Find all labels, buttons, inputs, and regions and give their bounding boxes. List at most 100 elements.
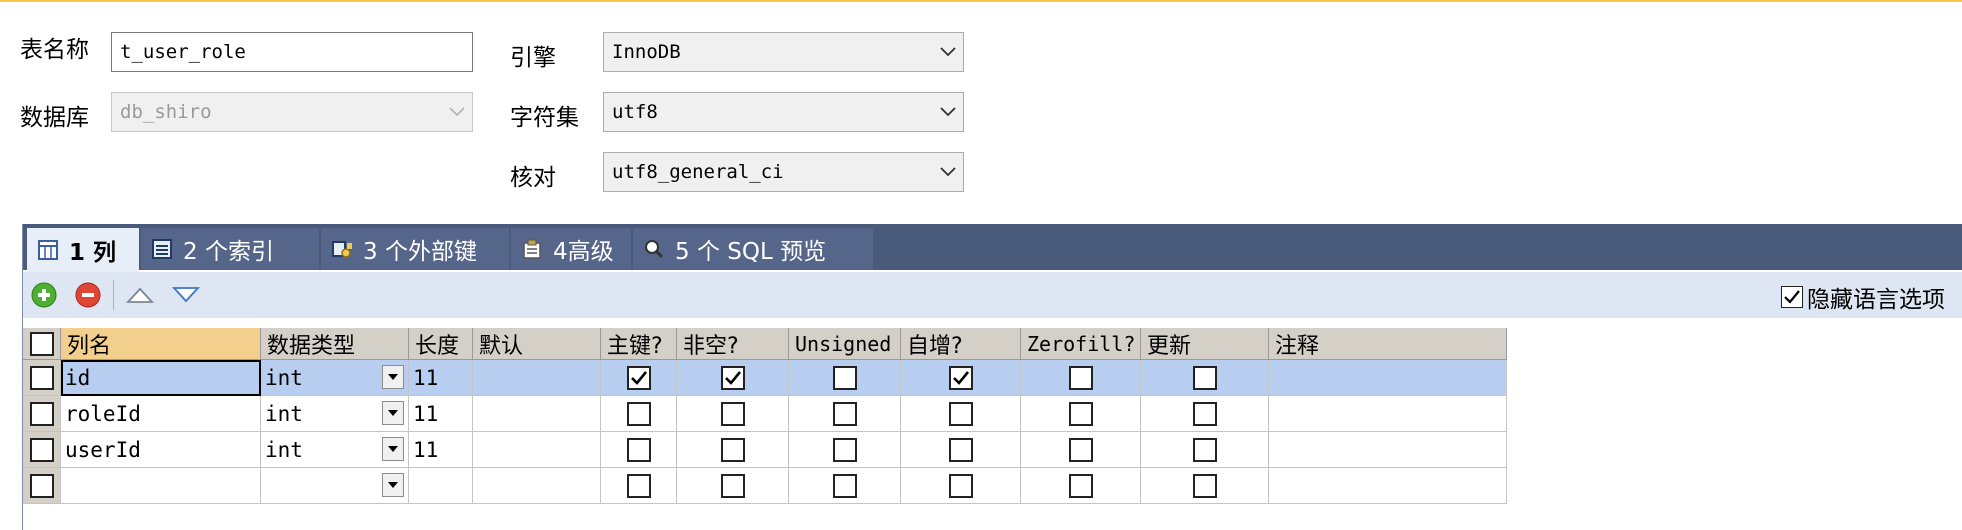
cell-update[interactable] — [1141, 468, 1269, 504]
cell-default[interactable] — [473, 468, 601, 504]
row-select-checkbox[interactable] — [29, 437, 54, 462]
cell-auto-inc[interactable] — [901, 396, 1021, 432]
cell-zerofill[interactable] — [1021, 468, 1141, 504]
auto-inc-checkbox[interactable] — [948, 437, 973, 462]
cell-comment[interactable] — [1269, 360, 1507, 396]
cell-data-type[interactable] — [261, 468, 409, 504]
header-update[interactable]: 更新 — [1141, 328, 1269, 360]
cell-comment[interactable] — [1269, 432, 1507, 468]
pk-checkbox[interactable] — [626, 437, 651, 462]
cell-zerofill[interactable] — [1021, 360, 1141, 396]
cell-auto-inc[interactable] — [901, 432, 1021, 468]
cell-not-null[interactable] — [677, 432, 789, 468]
move-up-icon[interactable] — [125, 282, 155, 308]
header-unsigned[interactable]: Unsigned — [789, 328, 901, 360]
not-null-checkbox[interactable] — [720, 401, 745, 426]
header-primary-key[interactable]: 主键? — [601, 328, 677, 360]
header-zerofill[interactable]: Zerofill? — [1021, 328, 1141, 360]
cell-zerofill[interactable] — [1021, 396, 1141, 432]
cell-data-type[interactable]: int — [261, 432, 409, 468]
row-select-checkbox[interactable] — [29, 401, 54, 426]
not-null-checkbox[interactable] — [720, 473, 745, 498]
header-data-type[interactable]: 数据类型 — [261, 328, 409, 360]
tab-advanced[interactable]: 4高级 — [511, 228, 631, 270]
pk-checkbox[interactable] — [626, 365, 651, 390]
cell-comment[interactable] — [1269, 396, 1507, 432]
cell-comment[interactable] — [1269, 468, 1507, 504]
cell-length[interactable]: 11 — [409, 432, 473, 468]
cell-column-name[interactable] — [61, 468, 261, 504]
row-select-checkbox[interactable] — [29, 365, 54, 390]
pk-checkbox[interactable] — [626, 473, 651, 498]
cell-auto-inc[interactable] — [901, 360, 1021, 396]
cell-auto-inc[interactable] — [901, 468, 1021, 504]
collation-select[interactable]: utf8_general_ci — [603, 152, 964, 192]
header-length[interactable]: 长度 — [409, 328, 473, 360]
tab-foreign-keys[interactable]: 3 个外部键 — [321, 228, 509, 270]
row-select[interactable] — [23, 360, 61, 396]
cell-length[interactable]: 11 — [409, 360, 473, 396]
row-select-checkbox[interactable] — [29, 473, 54, 498]
cell-pk[interactable] — [601, 468, 677, 504]
not-null-checkbox[interactable] — [720, 365, 745, 390]
type-dropdown-button[interactable] — [382, 473, 404, 497]
update-checkbox[interactable] — [1192, 365, 1217, 390]
cell-default[interactable] — [473, 360, 601, 396]
hide-language-option[interactable]: 隐藏语言选项 — [1781, 280, 1945, 314]
tab-sql-preview[interactable]: 5 个 SQL 预览 — [633, 228, 873, 270]
header-default[interactable]: 默认 — [473, 328, 601, 360]
cell-pk[interactable] — [601, 396, 677, 432]
table-name-input[interactable]: t_user_role — [111, 32, 473, 72]
cell-length[interactable] — [409, 468, 473, 504]
cell-column-name[interactable]: id — [61, 360, 261, 396]
select-all-header[interactable] — [23, 328, 61, 360]
type-dropdown-button[interactable] — [382, 437, 404, 461]
pk-checkbox[interactable] — [626, 401, 651, 426]
header-not-null[interactable]: 非空? — [677, 328, 789, 360]
tab-columns[interactable]: 1 列 — [27, 228, 139, 272]
unsigned-checkbox[interactable] — [832, 401, 857, 426]
cell-not-null[interactable] — [677, 468, 789, 504]
auto-inc-checkbox[interactable] — [948, 473, 973, 498]
zerofill-checkbox[interactable] — [1068, 437, 1093, 462]
auto-inc-checkbox[interactable] — [948, 365, 973, 390]
cell-unsigned[interactable] — [789, 396, 901, 432]
unsigned-checkbox[interactable] — [832, 437, 857, 462]
cell-length[interactable]: 11 — [409, 396, 473, 432]
cell-update[interactable] — [1141, 360, 1269, 396]
hide-language-checkbox[interactable] — [1781, 286, 1803, 308]
cell-data-type[interactable]: int — [261, 360, 409, 396]
cell-column-name[interactable]: userId — [61, 432, 261, 468]
cell-update[interactable] — [1141, 396, 1269, 432]
move-down-icon[interactable] — [171, 282, 201, 308]
row-select[interactable] — [23, 468, 61, 504]
cell-pk[interactable] — [601, 432, 677, 468]
charset-select[interactable]: utf8 — [603, 92, 964, 132]
cell-column-name[interactable]: roleId — [61, 396, 261, 432]
type-dropdown-button[interactable] — [382, 401, 404, 425]
engine-select[interactable]: InnoDB — [603, 32, 964, 72]
cell-unsigned[interactable] — [789, 468, 901, 504]
header-auto-increment[interactable]: 自增? — [901, 328, 1021, 360]
row-select[interactable] — [23, 396, 61, 432]
row-select[interactable] — [23, 432, 61, 468]
update-checkbox[interactable] — [1192, 437, 1217, 462]
tab-indexes[interactable]: 2 个索引 — [141, 228, 319, 270]
cell-pk[interactable] — [601, 360, 677, 396]
cell-unsigned[interactable] — [789, 432, 901, 468]
cell-update[interactable] — [1141, 432, 1269, 468]
header-comment[interactable]: 注释 — [1269, 328, 1507, 360]
cell-default[interactable] — [473, 432, 601, 468]
cell-unsigned[interactable] — [789, 360, 901, 396]
auto-inc-checkbox[interactable] — [948, 401, 973, 426]
cell-not-null[interactable] — [677, 396, 789, 432]
add-column-icon[interactable] — [31, 282, 57, 308]
unsigned-checkbox[interactable] — [832, 473, 857, 498]
not-null-checkbox[interactable] — [720, 437, 745, 462]
cell-data-type[interactable]: int — [261, 396, 409, 432]
type-dropdown-button[interactable] — [382, 365, 404, 389]
zerofill-checkbox[interactable] — [1068, 365, 1093, 390]
update-checkbox[interactable] — [1192, 401, 1217, 426]
update-checkbox[interactable] — [1192, 473, 1217, 498]
zerofill-checkbox[interactable] — [1068, 401, 1093, 426]
